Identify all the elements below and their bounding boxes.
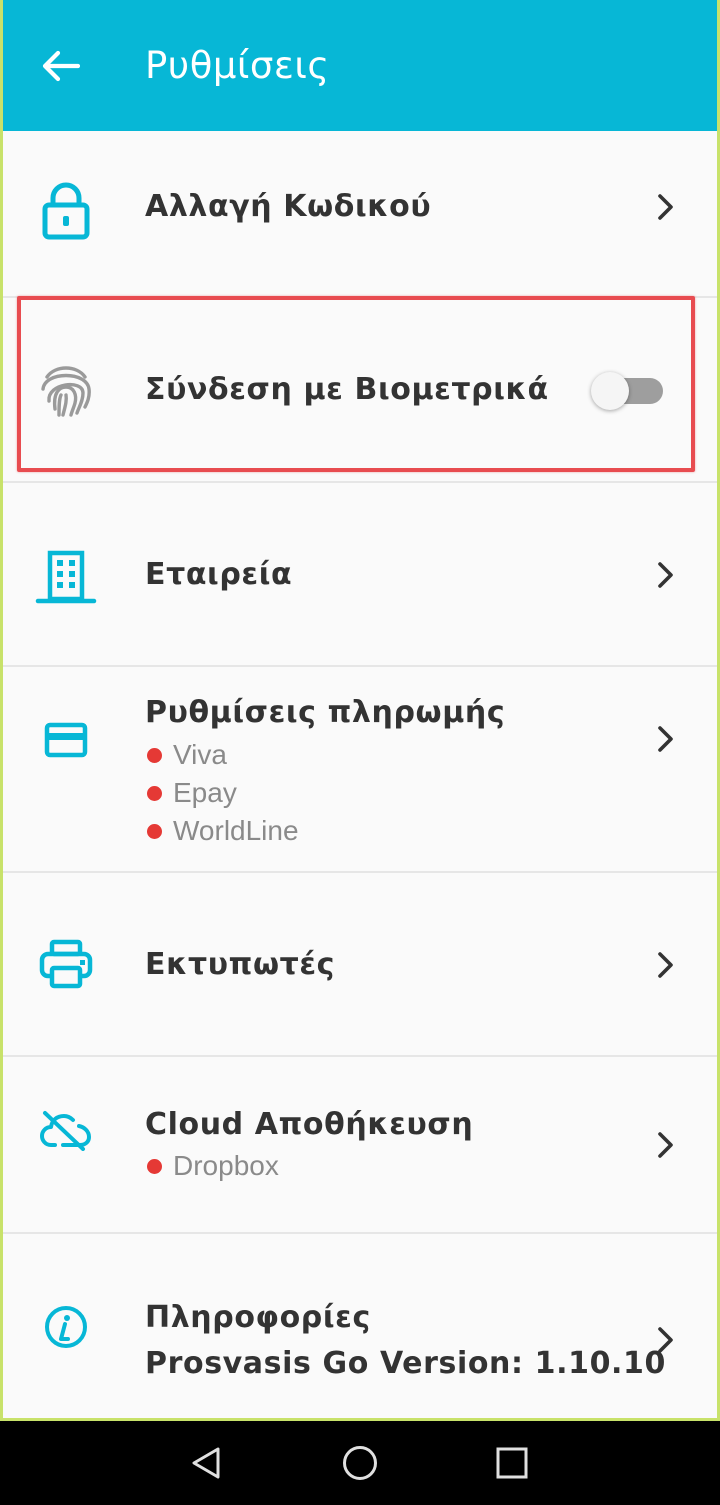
back-button[interactable] xyxy=(33,42,87,90)
chevron-right-icon xyxy=(651,1322,681,1358)
biometrics-toggle[interactable] xyxy=(589,372,667,410)
provider-status-worldline: WorldLine xyxy=(145,813,299,849)
credit-card-icon xyxy=(33,707,99,773)
printer-icon xyxy=(33,931,99,997)
nav-home-button[interactable] xyxy=(334,1441,386,1485)
settings-item-label: Ρυθμίσεις πληρωμής xyxy=(145,695,506,730)
status-dot xyxy=(147,823,162,839)
app-version-label: Prosvasis Go Version: 1.10.10 xyxy=(145,1346,666,1381)
settings-item-info[interactable]: Πληροφορίες Prosvasis Go Version: 1.10.1… xyxy=(3,1234,717,1418)
settings-item-change-password[interactable]: Αλλαγή Κωδικού xyxy=(3,131,717,298)
settings-item-printers[interactable]: Εκτυπωτές xyxy=(3,873,717,1057)
nav-back-button[interactable] xyxy=(180,1441,232,1485)
fingerprint-icon xyxy=(33,356,99,422)
provider-status-viva: Viva xyxy=(145,737,227,773)
app-bar: Ρυθμίσεις xyxy=(3,0,717,131)
toggle-thumb xyxy=(591,372,629,410)
settings-item-company[interactable]: Εταιρεία xyxy=(3,483,717,667)
nav-home-icon xyxy=(343,1446,377,1480)
status-dot xyxy=(147,785,162,801)
nav-back-icon xyxy=(192,1447,220,1479)
settings-item-label: Cloud Αποθήκευση xyxy=(145,1107,474,1142)
settings-item-cloud-storage[interactable]: Cloud Αποθήκευση Dropbox xyxy=(3,1057,717,1234)
nav-recents-icon xyxy=(496,1447,528,1479)
nav-recents-button[interactable] xyxy=(486,1441,538,1485)
provider-status-epay: Epay xyxy=(145,775,237,811)
chevron-right-icon xyxy=(651,557,681,593)
arrow-left-icon xyxy=(42,50,80,82)
chevron-right-icon xyxy=(651,947,681,983)
chevron-right-icon xyxy=(651,721,681,757)
chevron-right-icon xyxy=(651,189,681,225)
provider-label: Dropbox xyxy=(173,1150,279,1181)
cloud-off-icon xyxy=(33,1097,99,1163)
provider-label: WorldLine xyxy=(173,815,299,846)
system-nav-bar xyxy=(0,1421,720,1505)
chevron-right-icon xyxy=(651,1127,681,1163)
settings-screen: Ρυθμίσεις Αλλαγή Κωδικού Σύνδεση με Βιομ… xyxy=(0,0,720,1421)
settings-item-label: Σύνδεση με Βιομετρικά xyxy=(145,372,549,407)
settings-item-payment[interactable]: Ρυθμίσεις πληρωμής Viva Epay WorldLine xyxy=(3,667,717,873)
status-dot xyxy=(147,747,162,763)
page-title: Ρυθμίσεις xyxy=(145,44,330,87)
status-dot xyxy=(147,1158,162,1174)
settings-item-label: Αλλαγή Κωδικού xyxy=(145,189,432,224)
provider-status-dropbox: Dropbox xyxy=(145,1148,279,1184)
settings-item-label: Πληροφορίες xyxy=(145,1300,371,1335)
settings-item-label: Εταιρεία xyxy=(145,557,293,592)
lock-icon xyxy=(33,177,99,243)
settings-item-label: Εκτυπωτές xyxy=(145,947,336,982)
provider-label: Epay xyxy=(173,777,237,808)
info-icon xyxy=(33,1294,99,1360)
provider-label: Viva xyxy=(173,739,227,770)
building-icon xyxy=(33,543,99,609)
